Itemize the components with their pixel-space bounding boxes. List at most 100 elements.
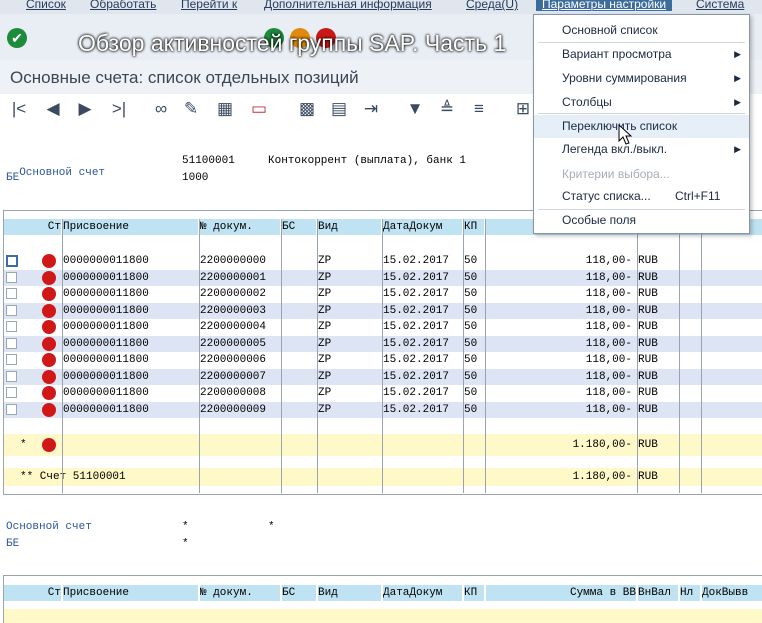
table-row[interactable]: 0000000011800 2200000004 ZP 15.02.2017 50 118… [4,319,762,335]
menu-item-label: Столбцы [562,95,612,109]
menu-settings[interactable]: Параметры настройки [536,0,673,11]
menu-item-5[interactable]: Легенда вкл./выкл. ▶ [534,138,749,161]
menu-list[interactable]: Список [26,0,66,11]
header-kp[interactable]: КП [464,219,484,235]
cell-kp: 50 [464,288,478,300]
cell-amount: 118,00- [585,403,632,416]
menu-goto[interactable]: Перейти к [181,0,237,11]
table-row[interactable]: 0000000011800 2200000002 ZP 15.02.2017 50 118… [4,286,762,302]
menu-item-1[interactable]: Вариант просмотра ▶ [534,43,749,66]
total-row[interactable]: ** Счет 51100001 1.180,00- RUB [4,468,762,486]
header-doc-number[interactable]: № докум. [200,219,280,235]
status-red-icon [42,438,56,452]
header2-nl[interactable]: Нл [680,585,700,601]
row-checkbox[interactable] [6,370,17,382]
menu-item-7[interactable]: Статус списка... Ctrl+F11 [534,185,749,208]
export-icon[interactable]: ⇥ [360,99,382,119]
cell-kp: 50 [464,354,478,366]
header2-doc-date[interactable]: ДатаДокум [383,585,462,601]
row-checkbox[interactable] [6,337,17,349]
row-checkbox[interactable] [6,403,17,415]
menu-item-0[interactable]: Основной список [534,19,749,42]
details-icon[interactable]: ▤ [328,99,350,119]
header2-amount[interactable]: Сумма в ВВ [486,585,636,601]
header2-bs[interactable]: БС [282,585,316,601]
last-page-icon[interactable]: >| [108,99,130,119]
menu-extras[interactable]: Дополнительная информация [264,0,432,11]
row-checkbox[interactable] [6,288,17,299]
subtotal-row[interactable]: * 1.180,00- RUB [4,434,762,456]
subtotal-currency: RUB [638,439,658,451]
menu-item-8[interactable]: Особые поля [534,209,749,232]
enter-icon[interactable]: ✔ [7,28,27,48]
status-red-icon [42,353,56,367]
row-checkbox[interactable] [6,255,18,267]
menu-system[interactable]: Система [696,0,744,11]
header-assignment[interactable]: Присвоение [63,219,198,235]
menu-item-3[interactable]: Столбцы ▶ [534,91,749,114]
filter-icon[interactable]: ▼ [404,99,426,119]
header2-status[interactable]: Ст [4,585,61,601]
cell-amount: 118,00- [585,288,632,300]
cell-amount: 118,00- [585,271,632,284]
edit-pencil-icon[interactable]: ✎ [180,99,202,119]
table-row[interactable]: 0000000011800 2200000006 ZP 15.02.2017 50 118… [4,352,762,368]
header2-doc-out[interactable]: ДокВывв [702,585,762,601]
first-page-icon[interactable]: |< [8,99,30,119]
table-row[interactable]: 0000000011800 2200000003 ZP 15.02.2017 50 118… [4,302,762,319]
menu-item-label: Вариант просмотра [562,47,672,61]
table-row[interactable]: 0000000011800 2200000007 ZP 15.02.2017 50 118… [4,368,762,385]
cell-date: 15.02.2017 [383,387,450,399]
menu-item-4[interactable]: Переключить список [534,115,749,138]
cell-date: 15.02.2017 [383,354,450,366]
header2-currency[interactable]: ВнВал [638,585,678,601]
cell-kp: 50 [464,370,478,383]
header2-kp[interactable]: КП [464,585,484,601]
menu-item-2[interactable]: Уровни суммирования ▶ [534,67,749,90]
row-checkbox[interactable] [6,354,17,365]
table-row[interactable]: 0000000011800 2200000009 ZP 15.02.2017 50 118… [4,401,762,418]
header2-doc-number[interactable]: № докум. [200,585,280,601]
menu-edit[interactable]: Обработать [90,0,156,11]
copy-icon[interactable]: ▭ [248,99,270,119]
menu-separator [538,42,745,43]
table-row[interactable]: 0000000011800 2200000001 ZP 15.02.2017 50 118… [4,269,762,286]
cell-cur: RUB [638,337,658,350]
cell-cur: RUB [638,271,658,284]
row-checkbox[interactable] [6,321,17,332]
video-title: Обзор активностей группы SAP. Часть 1 [78,30,507,56]
status-red-icon [42,303,56,318]
header2-type[interactable]: Вид [318,585,381,601]
previous-page-icon[interactable]: ◀ [42,99,64,119]
menu-environment[interactable]: Среда(U) [466,0,518,11]
table-row[interactable]: 0000000011800 2200000000 ZP 15.02.2017 50 118… [4,253,762,269]
sort-ascending-icon[interactable]: ≜ [436,99,458,119]
header-bs[interactable]: БС [282,219,316,235]
cell-doc: 2200000008 [200,387,267,399]
grid-icon[interactable]: ⊞ [512,99,534,119]
header-status[interactable]: Ст [4,219,61,235]
layout-icon[interactable]: ▩ [296,99,318,119]
cell-assignment: 0000000011800 [63,337,149,350]
next-page-icon[interactable]: ▶ [74,99,96,119]
header-type[interactable]: Вид [318,219,381,235]
table-row[interactable]: 0000000011800 2200000005 ZP 15.02.2017 50 118… [4,335,762,352]
row-checkbox[interactable] [6,304,17,316]
document-icon[interactable]: ▦ [214,99,236,119]
header2-assignment[interactable]: Присвоение [63,585,198,601]
header-doc-date[interactable]: ДатаДокум [383,219,462,235]
account-value-2b: * [268,521,275,533]
sort-descending-icon[interactable]: ≡ [468,99,490,119]
cell-kp: 50 [464,255,478,267]
account-label-2: Основной счет [6,521,92,533]
cell-doc: 2200000009 [200,403,267,416]
menu-item-6: Критерии выбора... [534,163,749,186]
cell-assignment: 0000000011800 [63,370,149,383]
row-checkbox[interactable] [6,271,17,283]
cell-date: 15.02.2017 [383,288,450,300]
display-icon[interactable]: ∞ [150,99,172,119]
cell-amount: 118,00- [585,255,632,267]
table-row[interactable]: 0000000011800 2200000008 ZP 15.02.2017 50 118… [4,385,762,401]
menu-item-label: Статус списка... [562,189,651,203]
row-checkbox[interactable] [6,387,17,398]
